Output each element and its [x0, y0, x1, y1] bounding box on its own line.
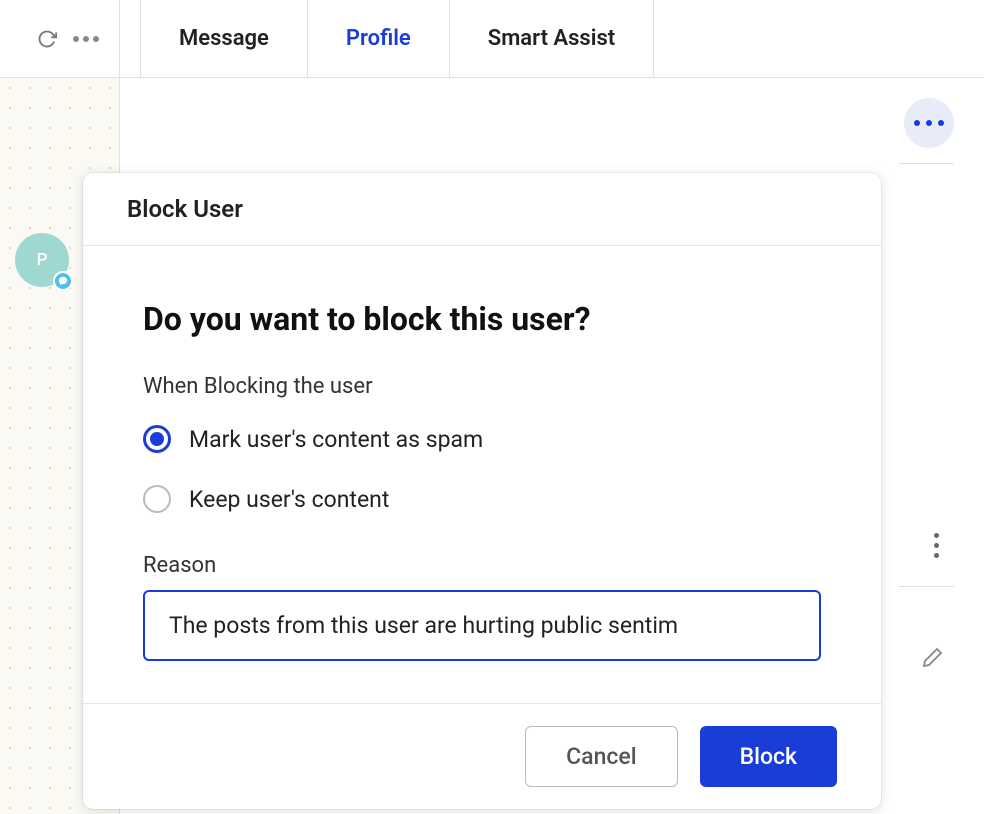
avatar-initial: P	[37, 250, 48, 270]
overflow-menu-icon[interactable]	[934, 533, 939, 558]
chat-badge-icon	[53, 271, 73, 291]
radio-mark-spam[interactable]: Mark user's content as spam	[143, 425, 821, 453]
tab-message[interactable]: Message	[140, 0, 308, 77]
radio-label: Keep user's content	[189, 486, 389, 513]
edit-icon[interactable]	[920, 646, 944, 670]
block-button[interactable]: Block	[700, 726, 837, 787]
refresh-icon[interactable]	[37, 29, 57, 49]
divider	[899, 163, 954, 164]
blocking-options: Mark user's content as spam Keep user's …	[143, 425, 821, 513]
dialog-heading: Do you want to block this user?	[143, 300, 821, 338]
dialog-title: Block User	[127, 195, 837, 223]
radio-label: Mark user's content as spam	[189, 426, 483, 453]
dialog-footer: Cancel Block	[83, 703, 881, 809]
top-toolbar: Message Profile Smart Assist	[0, 0, 984, 78]
reason-input[interactable]	[143, 590, 821, 661]
radio-icon-unselected	[143, 485, 171, 513]
left-controls	[0, 0, 120, 77]
more-menu-icon[interactable]	[73, 36, 99, 42]
dialog-header: Block User	[83, 173, 881, 246]
radio-keep-content[interactable]: Keep user's content	[143, 485, 821, 513]
tabs-container: Message Profile Smart Assist	[120, 0, 654, 77]
blocking-section-label: When Blocking the user	[143, 374, 821, 399]
user-avatar[interactable]: P	[15, 233, 69, 287]
avatar-wrap: P	[15, 233, 69, 287]
tab-profile[interactable]: Profile	[308, 0, 450, 77]
block-user-dialog: Block User Do you want to block this use…	[83, 173, 881, 809]
more-actions-button[interactable]	[904, 98, 954, 148]
tab-smart-assist[interactable]: Smart Assist	[450, 0, 654, 77]
reason-label: Reason	[143, 553, 821, 578]
content-area: P Block User Do you want to block this u…	[0, 78, 984, 814]
radio-icon-selected	[143, 425, 171, 453]
divider	[899, 586, 954, 587]
cancel-button[interactable]: Cancel	[525, 726, 677, 787]
dialog-body: Do you want to block this user? When Blo…	[83, 246, 881, 703]
